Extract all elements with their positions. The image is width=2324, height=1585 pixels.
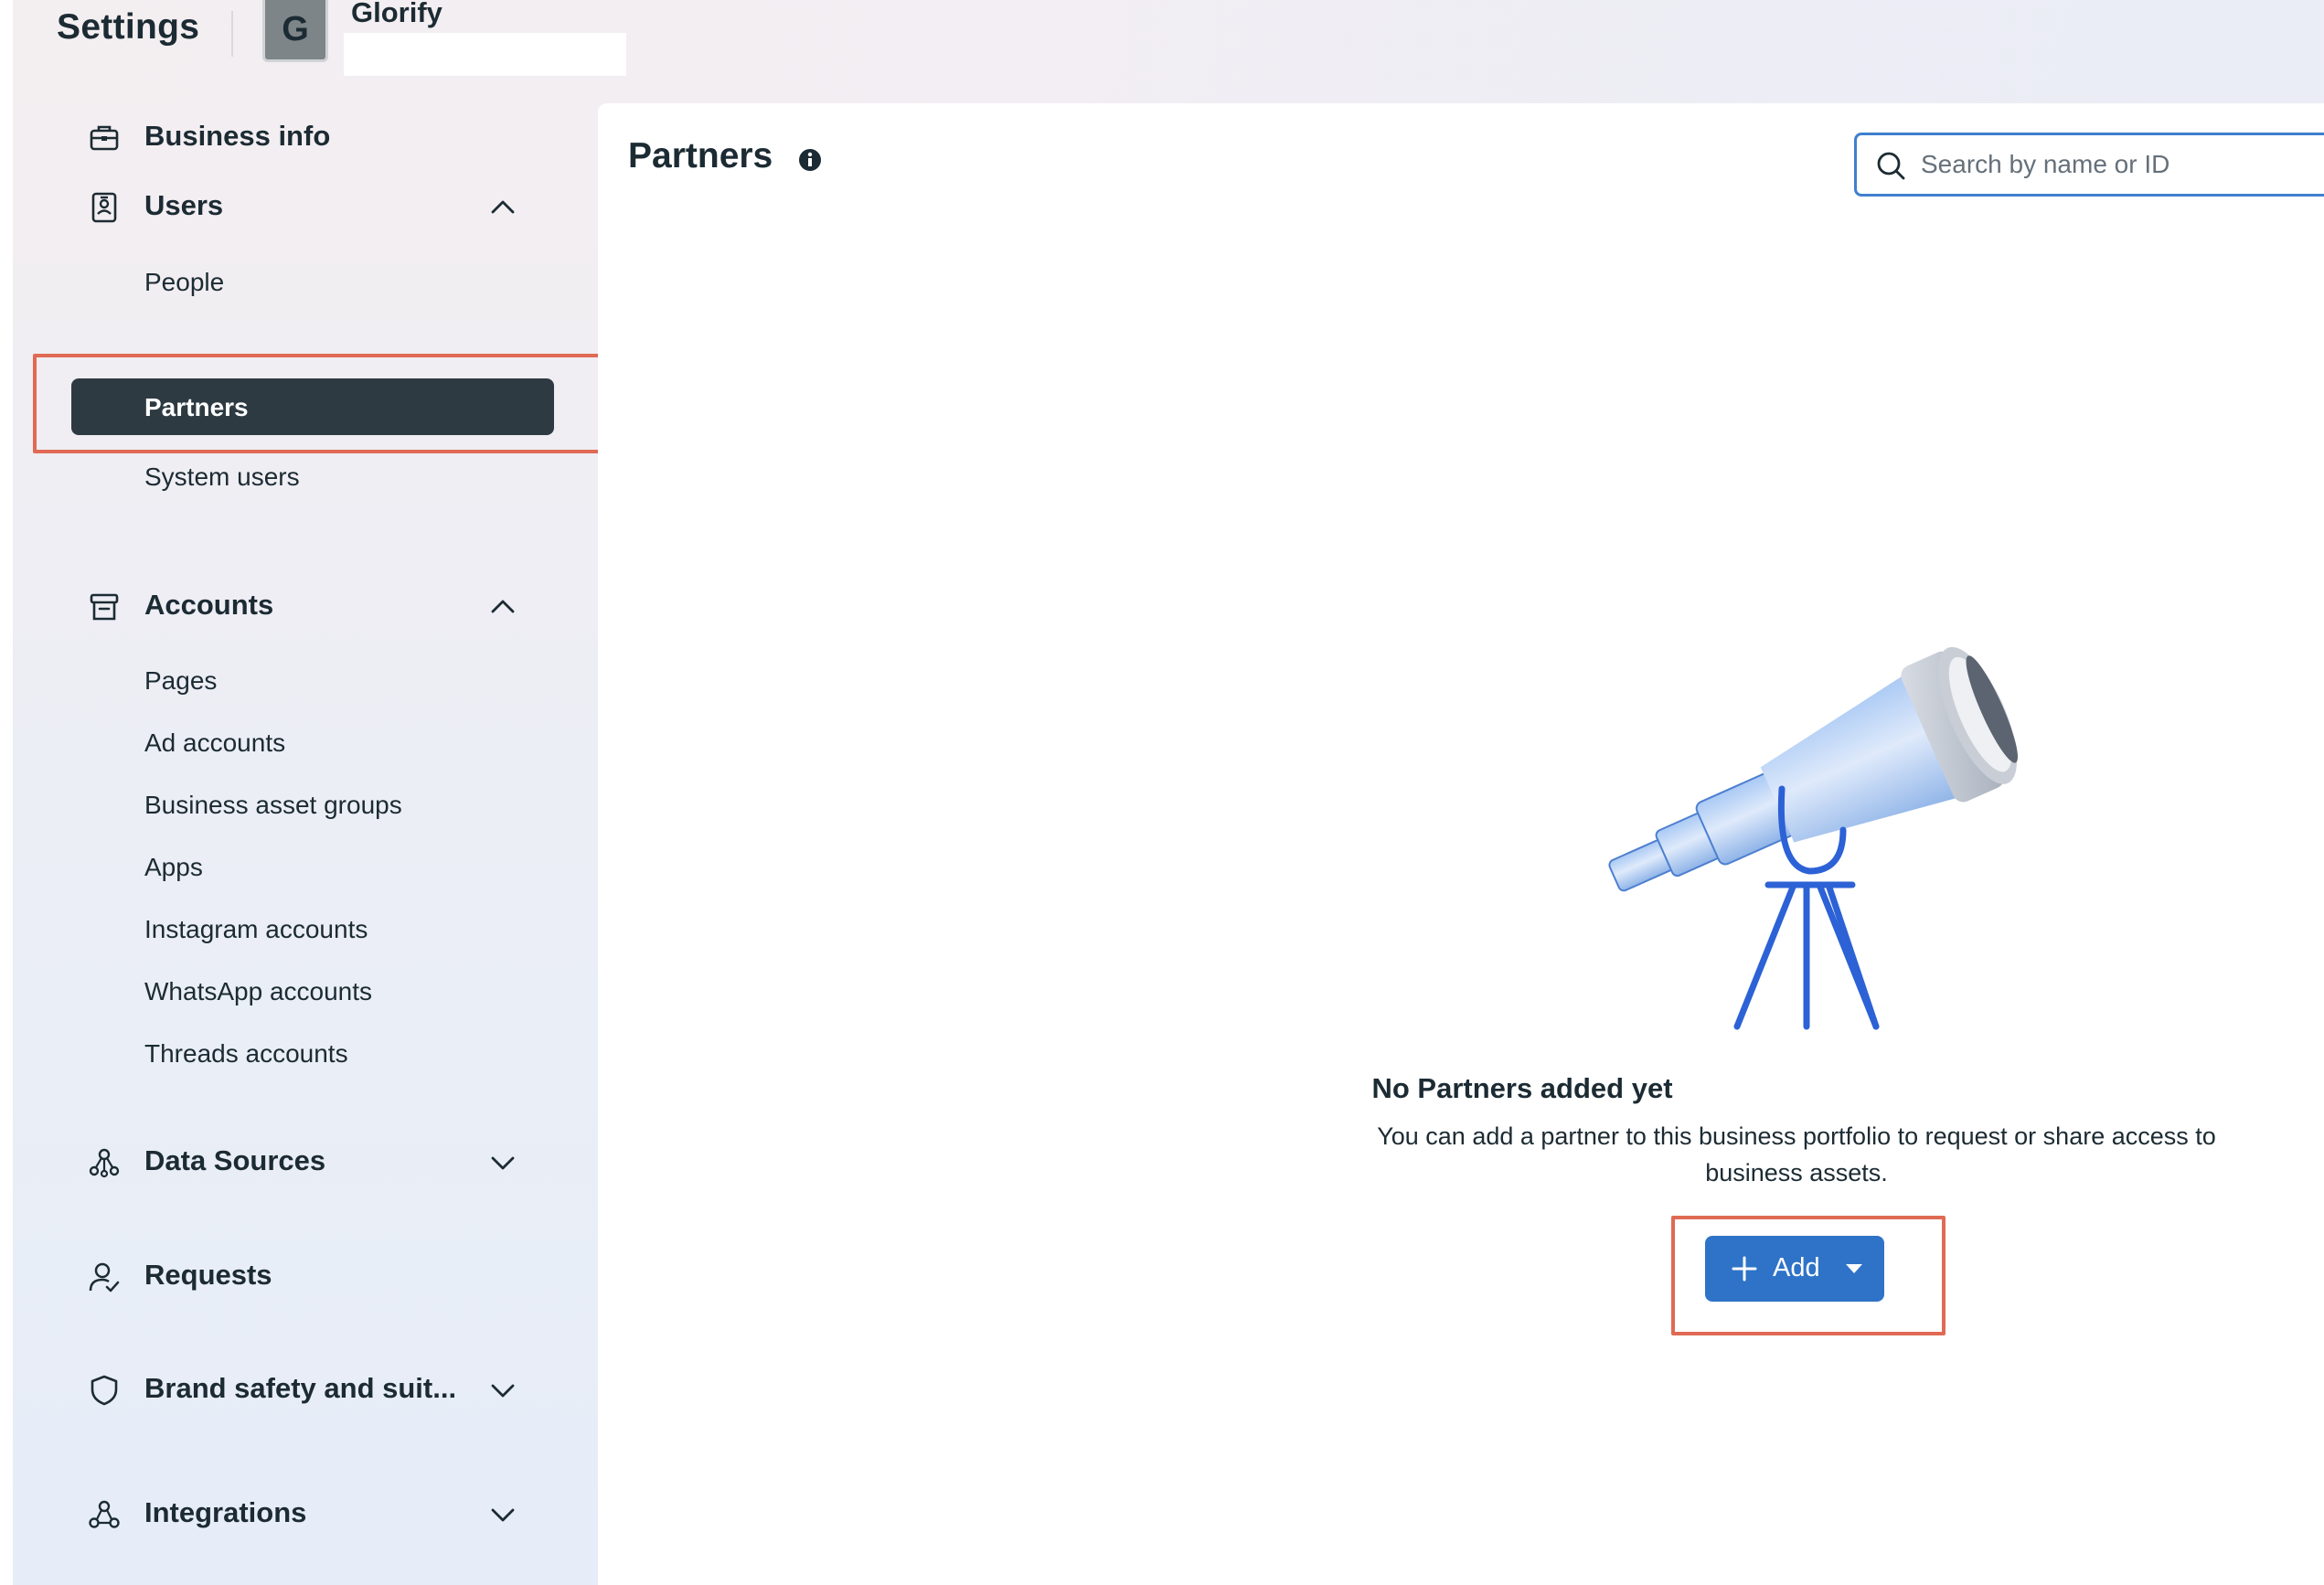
id-badge-icon xyxy=(91,192,117,223)
sidebar-item-label: Business info xyxy=(144,120,331,152)
archive-box-icon xyxy=(90,593,119,621)
briefcase-icon xyxy=(90,125,119,151)
sidebar-item-accounts[interactable]: Accounts xyxy=(13,574,598,638)
search-icon xyxy=(1877,152,1905,180)
sidebar-item-business-info[interactable]: Business info xyxy=(13,105,598,169)
shield-icon xyxy=(91,1375,118,1406)
sidebar-item-ad-accounts[interactable]: Ad accounts xyxy=(71,716,554,772)
window-edge xyxy=(0,0,13,1585)
page-title: Partners xyxy=(628,136,773,176)
settings-title: Settings xyxy=(57,7,200,47)
search-field[interactable] xyxy=(1854,133,2324,197)
sidebar-item-pages[interactable]: Pages xyxy=(71,654,554,710)
sidebar-item-label: Threads accounts xyxy=(144,1039,348,1068)
sidebar-item-business-asset-groups[interactable]: Business asset groups xyxy=(71,778,554,835)
empty-state-description: You can add a partner to this business p… xyxy=(1377,1122,2216,1186)
sidebar-item-label: Ad accounts xyxy=(144,729,286,757)
chevron-down-icon[interactable] xyxy=(488,1500,517,1529)
sidebar-item-label: WhatsApp accounts xyxy=(144,977,373,1005)
empty-state-title: No Partners added yet xyxy=(1371,1072,1673,1104)
sidebar-item-whatsapp-accounts[interactable]: WhatsApp accounts xyxy=(71,964,554,1021)
sidebar-item-label: Data Sources xyxy=(144,1144,326,1176)
sidebar-item-apps[interactable]: Apps xyxy=(71,840,554,897)
chevron-down-icon[interactable] xyxy=(488,1148,517,1177)
sidebar-item-people[interactable]: People xyxy=(71,255,554,312)
highlight-partners xyxy=(33,354,622,453)
portfolio-name[interactable]: Glorify xyxy=(351,0,442,29)
sidebar-item-integrations[interactable]: Integrations xyxy=(13,1482,598,1546)
sidebar-item-label: Users xyxy=(144,189,224,221)
top-header: Settings G Glorify xyxy=(13,0,2324,103)
sidebar-item-label: System users xyxy=(144,463,300,491)
chevron-up-icon[interactable] xyxy=(488,592,517,622)
chevron-up-icon[interactable] xyxy=(488,193,517,222)
sidebar-item-label: Pages xyxy=(144,666,218,695)
sidebar-item-label: Accounts xyxy=(144,589,274,621)
sidebar-item-users[interactable]: Users xyxy=(13,175,598,239)
sidebar-item-instagram-accounts[interactable]: Instagram accounts xyxy=(71,902,554,959)
sidebar-item-brand-safety[interactable]: Brand safety and suit... xyxy=(13,1357,598,1421)
data-sources-icon xyxy=(89,1148,120,1178)
header-divider xyxy=(231,11,233,57)
portfolio-avatar[interactable]: G xyxy=(262,0,328,62)
info-icon[interactable] xyxy=(797,147,823,173)
telescope-illustration xyxy=(1608,646,2019,1030)
search-input[interactable] xyxy=(1921,144,2323,185)
highlight-add-button xyxy=(1671,1216,1946,1335)
sidebar-item-threads-accounts[interactable]: Threads accounts xyxy=(71,1027,554,1083)
main-panel: Partners Search by name or ID No Partner… xyxy=(598,103,2324,1585)
integrations-icon xyxy=(89,1500,120,1528)
sidebar-item-label: People xyxy=(144,268,225,296)
chevron-down-icon[interactable] xyxy=(488,1376,517,1405)
sidebar-item-label: Integrations xyxy=(144,1496,307,1528)
sidebar-item-requests[interactable]: Requests xyxy=(13,1244,598,1308)
portfolio-initial: G xyxy=(282,10,309,48)
sidebar-item-data-sources[interactable]: Data Sources xyxy=(13,1130,598,1194)
sidebar-item-label: Requests xyxy=(144,1259,272,1291)
sidebar: Business info Users People Partners Syst… xyxy=(13,103,598,1585)
sidebar-item-label: Brand safety and suit... xyxy=(144,1372,457,1404)
sidebar-item-system-users[interactable]: System users xyxy=(71,450,554,506)
sidebar-item-label: Business asset groups xyxy=(144,791,402,819)
person-check-icon xyxy=(89,1262,120,1292)
portfolio-id-redacted xyxy=(344,33,626,76)
sidebar-item-label: Instagram accounts xyxy=(144,915,368,943)
sidebar-item-label: Apps xyxy=(144,853,203,881)
